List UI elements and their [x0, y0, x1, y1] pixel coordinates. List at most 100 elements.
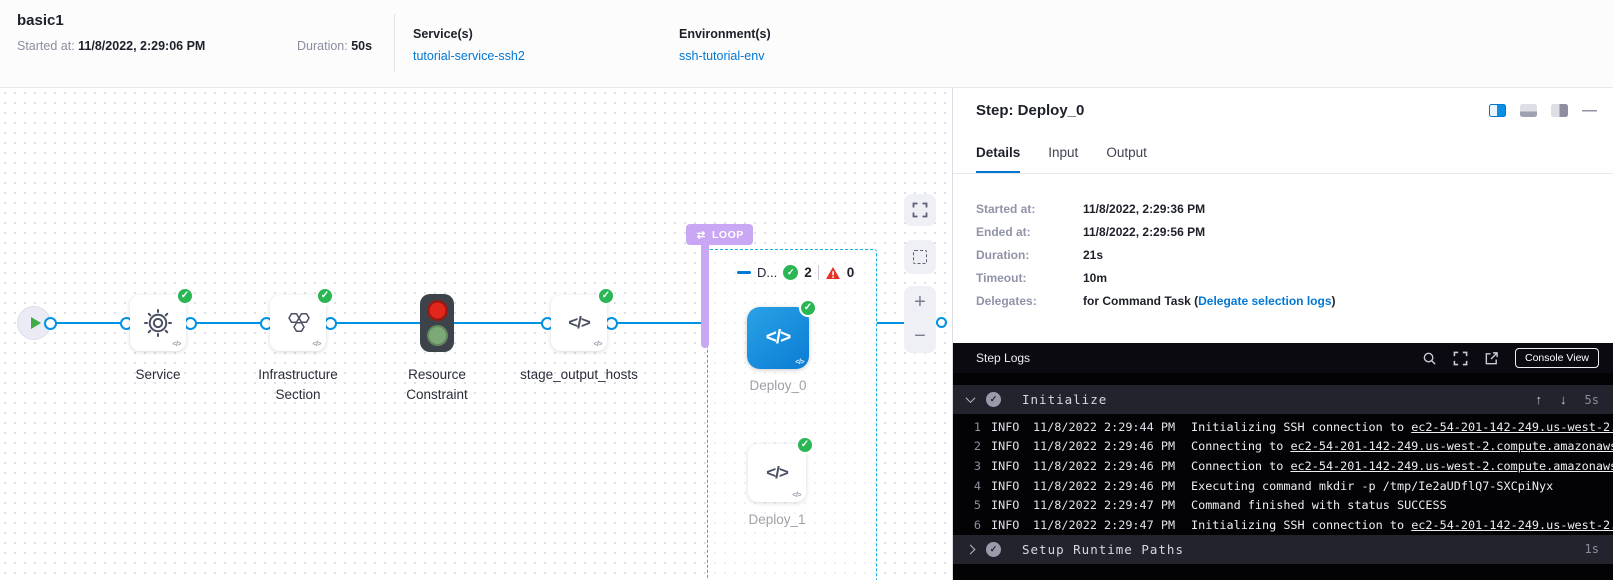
node-deploy-0[interactable]: </> ✓ </> [747, 307, 809, 369]
hexagons-icon [283, 308, 313, 338]
gear-icon [143, 308, 173, 338]
console-title: Step Logs [976, 351, 1030, 365]
log-line: 3INFO11/8/2022 2:29:46 PM Connection to … [953, 456, 1613, 476]
log-lines[interactable]: 1INFO11/8/2022 2:29:44 PM Initializing S… [953, 414, 1613, 535]
section-duration: 5s [1585, 393, 1599, 407]
fit-to-screen-button[interactable] [904, 194, 936, 226]
panel-tabs: Details Input Output [976, 145, 1147, 174]
log-section-setup-runtime-paths[interactable]: ✓ Setup Runtime Paths 1s [953, 535, 1613, 564]
details-list: Started at: 11/8/2022, 2:29:36 PM Ended … [976, 197, 1336, 312]
section-duration: 1s [1585, 542, 1599, 556]
node-deploy-1[interactable]: </> ✓ </> [748, 444, 806, 502]
chevron-down-icon [966, 393, 976, 403]
scroll-to-bottom-button[interactable]: ↓ [1560, 392, 1567, 407]
step-details-panel: Step: Deploy_0 — Details Input Output St… [952, 88, 1613, 580]
scroll-to-top-button[interactable]: ↑ [1536, 392, 1543, 407]
success-count-icon: ✓ [783, 265, 798, 280]
success-badge-icon: ✓ [796, 436, 814, 454]
panel-layout-controls: — [1489, 104, 1597, 117]
node-infrastructure[interactable]: ✓ </> [270, 295, 326, 351]
detail-row-delegates: Delegates: for Command Task (Delegate se… [976, 289, 1336, 312]
count-divider [818, 265, 819, 280]
marquee-select-button[interactable] [904, 240, 936, 274]
code-icon: </> [766, 463, 788, 483]
loop-icon [695, 230, 707, 240]
log-line: 2INFO11/8/2022 2:29:46 PM Connecting to … [953, 437, 1613, 457]
section-success-icon: ✓ [986, 542, 1001, 557]
console-view-button[interactable]: Console View [1515, 348, 1599, 368]
success-badge-icon: ✓ [316, 287, 334, 305]
started-at: Started at: 11/8/2022, 2:29:06 PM [17, 39, 205, 53]
console-header: Step Logs Console View [953, 343, 1613, 373]
success-badge-icon: ✓ [176, 287, 194, 305]
panel-title: Step: Deploy_0 [976, 102, 1084, 119]
service-link[interactable]: tutorial-service-ssh2 [413, 49, 525, 63]
minimize-panel-button[interactable]: — [1582, 104, 1597, 117]
zoom-out-button[interactable]: − [904, 320, 936, 354]
marquee-icon [913, 250, 927, 264]
template-code-icon: </> [172, 341, 181, 348]
duration: Duration: 50s [297, 39, 372, 53]
section-success-icon: ✓ [986, 392, 1001, 407]
play-icon [31, 317, 41, 329]
loop-bar [701, 238, 709, 348]
header-divider [394, 14, 395, 72]
collapse-group-button[interactable] [737, 271, 751, 274]
warning-triangle-icon [825, 266, 841, 280]
success-badge-icon: ✓ [799, 299, 817, 317]
edge-endpoint [936, 317, 947, 328]
log-line: 1INFO11/8/2022 2:29:44 PM Initializing S… [953, 417, 1613, 437]
host-link[interactable]: ec2-54-201-142-249.us-west-2.compute.ama… [1411, 420, 1613, 434]
node-resource-constraint[interactable] [420, 294, 454, 352]
template-code-icon: </> [795, 359, 804, 366]
tab-details[interactable]: Details [976, 145, 1020, 174]
host-link[interactable]: ec2-54-201-142-249.us-west-2.compute.ama… [1290, 439, 1613, 453]
layout-bottom-button[interactable] [1520, 104, 1537, 117]
node-service[interactable]: ✓ </> [130, 295, 186, 351]
log-line: 6INFO11/8/2022 2:29:47 PM Initializing S… [953, 515, 1613, 535]
environment-link[interactable]: ssh-tutorial-env [679, 49, 764, 63]
node-label-resource-constraint: Resource Constraint [377, 365, 497, 404]
traffic-light-green-icon [427, 325, 448, 346]
template-code-icon: </> [593, 341, 602, 348]
layout-right-button[interactable] [1551, 104, 1568, 117]
execution-header: basic1 Started at: 11/8/2022, 2:29:06 PM… [0, 0, 1613, 88]
pipeline-canvas[interactable]: ✓ </> Service ✓ </> Infrastructure Secti… [0, 88, 952, 580]
loop-group-box[interactable] [707, 249, 877, 580]
success-badge-icon: ✓ [597, 287, 615, 305]
zoom-in-button[interactable]: + [904, 286, 936, 320]
loop-badge: LOOP [686, 224, 753, 245]
edge-port [44, 317, 57, 330]
loop-group-header: D... ✓ 2 0 [737, 265, 854, 280]
tabs-divider [953, 173, 1613, 174]
node-label-service: Service [98, 365, 218, 385]
host-link[interactable]: ec2-54-201-142-249.us-west-2.compute.ama… [1411, 518, 1613, 532]
node-stage-output-hosts[interactable]: </> ✓ </> [551, 295, 607, 351]
loop-group-title: D... [757, 265, 777, 280]
search-icon[interactable] [1422, 351, 1437, 366]
delegate-selection-logs-link[interactable]: Delegate selection logs [1198, 294, 1331, 308]
node-label-infrastructure: Infrastructure Section [238, 365, 358, 404]
failure-count: 0 [847, 265, 855, 280]
tab-input[interactable]: Input [1048, 145, 1078, 174]
host-link[interactable]: ec2-54-201-142-249.us-west-2.compute.ama… [1290, 459, 1613, 473]
code-icon: </> [766, 327, 790, 349]
detail-row-ended: Ended at: 11/8/2022, 2:29:56 PM [976, 220, 1336, 243]
template-code-icon: </> [312, 341, 321, 348]
success-count: 2 [804, 265, 812, 280]
layout-right-split-button[interactable] [1489, 104, 1506, 117]
environments-label: Environment(s) [679, 27, 771, 41]
log-section-initialize[interactable]: ✓ Initialize ↑ ↓ 5s [953, 385, 1613, 414]
log-line: 4INFO11/8/2022 2:29:46 PM Executing comm… [953, 476, 1613, 496]
open-external-icon[interactable] [1484, 351, 1499, 366]
chevron-right-icon [966, 544, 976, 554]
traffic-light-red-icon [427, 300, 448, 321]
detail-row-started: Started at: 11/8/2022, 2:29:36 PM [976, 197, 1336, 220]
log-line: 5INFO11/8/2022 2:29:47 PM Command finish… [953, 495, 1613, 515]
tab-output[interactable]: Output [1106, 145, 1147, 174]
services-label: Service(s) [413, 27, 473, 41]
detail-row-timeout: Timeout: 10m [976, 266, 1336, 289]
expand-logs-icon[interactable] [1453, 351, 1468, 366]
fullscreen-icon [912, 202, 928, 218]
template-code-icon: </> [792, 492, 801, 499]
